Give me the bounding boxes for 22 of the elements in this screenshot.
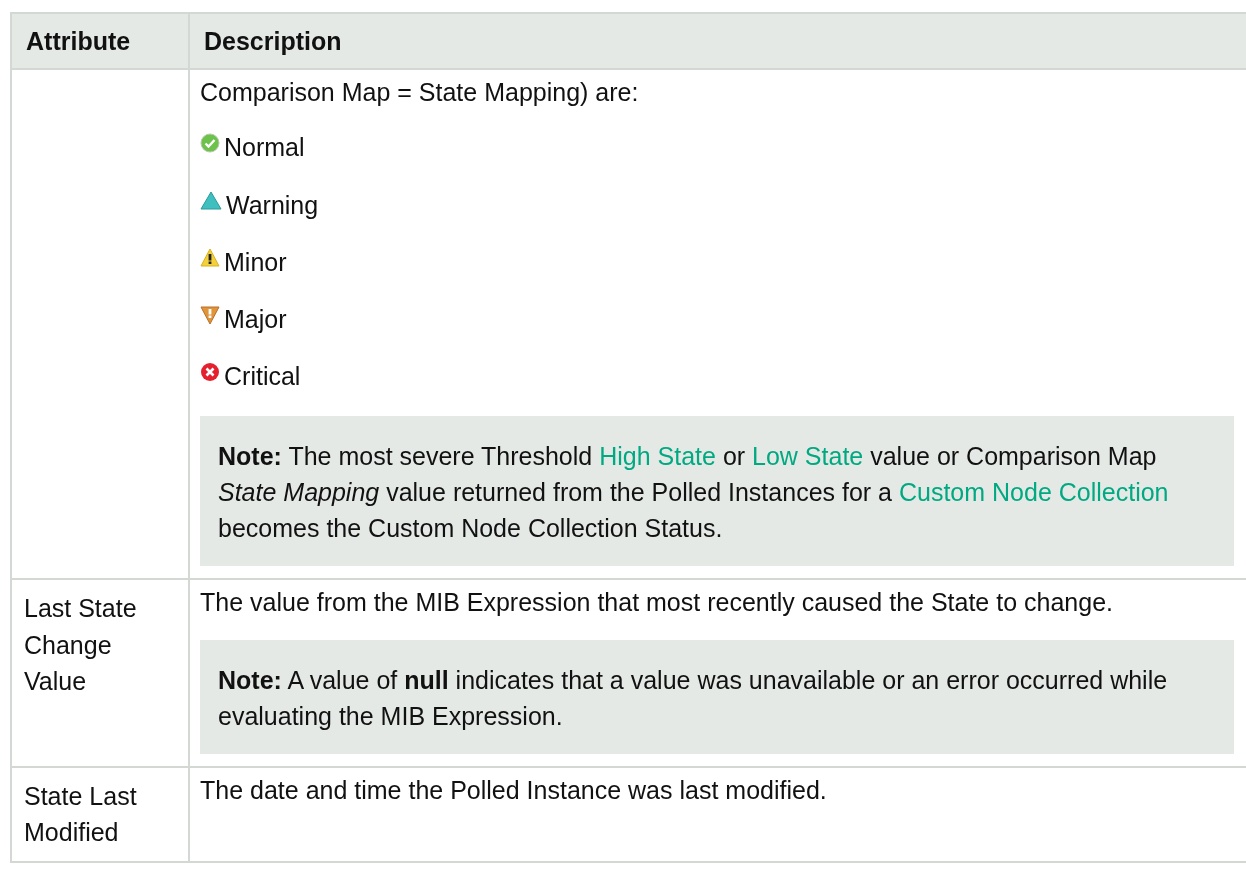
status-label: Minor (224, 246, 287, 278)
column-header: Attribute (11, 13, 189, 69)
status-label: Normal (224, 132, 305, 164)
column-header: Description (189, 13, 1246, 69)
description-text: The date and time the Polled Instance was last modified. (200, 775, 828, 806)
attribute-name: State Last Modified (24, 782, 137, 847)
status-label: Warning (226, 189, 319, 221)
attribute-name: Last State Change Value (24, 594, 137, 695)
error-circle-icon (200, 362, 220, 383)
note-text: Note: The most severe Threshold High State or Low State value or Comparison Map State Mapping value returned from the Polled Instances for a Custom Node Collection becomes the Custom Node Collection Status. (218, 441, 1169, 542)
topic-link[interactable]: Low State (752, 441, 864, 470)
description-text: Comparison Map = State Mapping) are: (200, 77, 640, 108)
topic-link[interactable]: High State (599, 441, 716, 470)
description-text: The value from the MIB Expression that most recently caused the State to change. (200, 587, 1114, 619)
warning-triangle-icon (200, 248, 220, 268)
status-label: Critical (224, 361, 301, 393)
note-text: Note: A value of null indicates that a value was unavailable or an error occurred while evaluating the MIB Expression. (218, 665, 1168, 730)
check-circle-icon (200, 133, 220, 154)
triangle-icon (200, 191, 222, 211)
inverted-triangle-icon (200, 305, 220, 325)
status-label: Major (224, 304, 287, 335)
topic-link[interactable]: Custom Node Collection (898, 477, 1169, 506)
